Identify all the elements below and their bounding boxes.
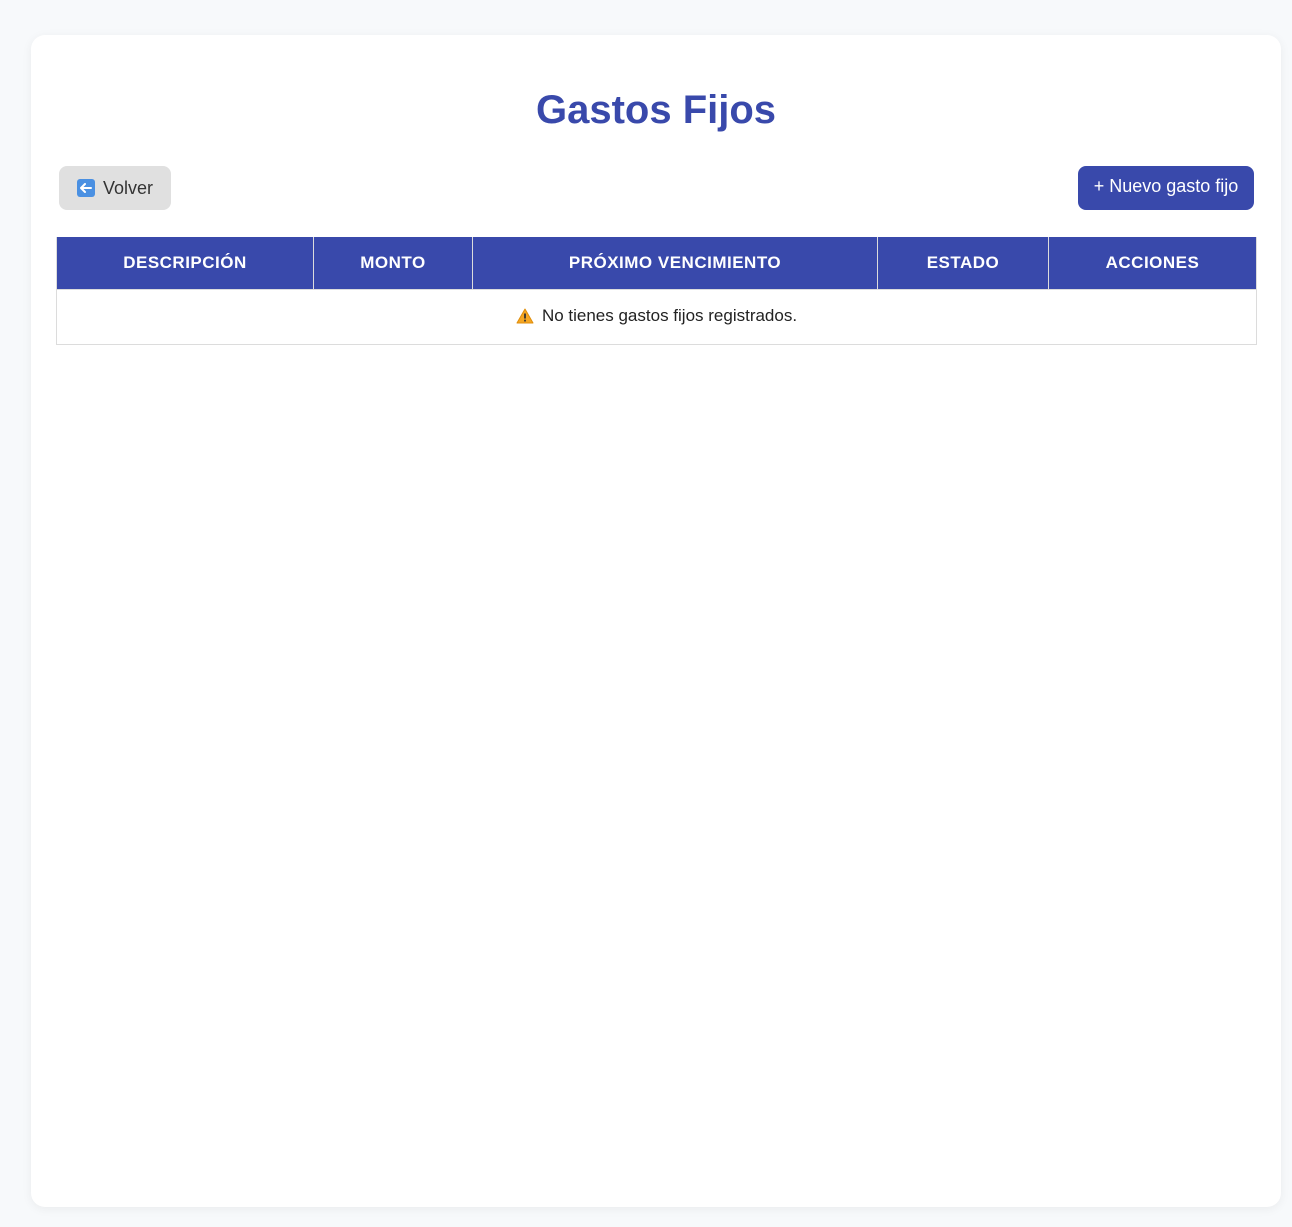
- column-header-actions: Acciones: [1048, 237, 1257, 290]
- new-fixed-expense-button[interactable]: + Nuevo gasto fijo: [1078, 166, 1254, 210]
- table-header: Descripción Monto Próximo vencimiento Es…: [56, 237, 1257, 290]
- empty-state-row: No tienes gastos fijos registrados.: [56, 289, 1257, 345]
- fixed-expenses-table: Descripción Monto Próximo vencimiento Es…: [56, 237, 1257, 345]
- main-card: Gastos Fijos Volver + Nuevo gasto fijo D…: [31, 35, 1281, 1207]
- back-button-label: Volver: [102, 177, 154, 198]
- column-header-description: Descripción: [56, 237, 314, 290]
- column-header-amount: Monto: [313, 237, 473, 290]
- column-header-next-due: Próximo vencimiento: [472, 237, 878, 290]
- empty-state-cell: No tienes gastos fijos registrados.: [56, 289, 1257, 345]
- warning-icon: [516, 308, 534, 324]
- back-button[interactable]: Volver: [59, 166, 171, 210]
- back-arrow-icon: [76, 179, 95, 197]
- empty-state-text: No tienes gastos fijos registrados.: [541, 305, 798, 325]
- empty-state-message: No tienes gastos fijos registrados.: [516, 306, 797, 326]
- table-body: No tienes gastos fijos registrados.: [56, 289, 1257, 345]
- column-header-status: Estado: [877, 237, 1049, 290]
- table-header-row: Descripción Monto Próximo vencimiento Es…: [56, 237, 1257, 290]
- expenses-table-container: Descripción Monto Próximo vencimiento Es…: [56, 237, 1257, 345]
- page-title: Gastos Fijos: [535, 88, 777, 132]
